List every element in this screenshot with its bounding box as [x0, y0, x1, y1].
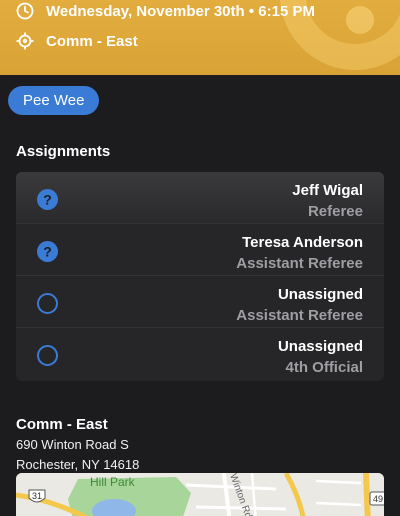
official-role: Referee	[307, 203, 363, 220]
svg-text:?: ?	[43, 244, 52, 260]
location-target-icon	[16, 32, 34, 50]
header-decoration-dot	[346, 6, 374, 34]
venue-address-line2: Rochester, NY 14618	[16, 457, 140, 472]
official-role: Assistant Referee	[236, 307, 363, 324]
map-park-label: Hill Park	[90, 475, 136, 489]
svg-text:?: ?	[43, 192, 52, 208]
route-number-right: 49	[373, 494, 383, 504]
empty-circle-icon	[37, 293, 58, 314]
official-name: Unassigned	[277, 338, 363, 355]
event-datetime-row: Wednesday, November 30th • 6:15 PM	[16, 2, 315, 20]
question-icon: ?	[37, 189, 58, 210]
assignment-row[interactable]: ? Jeff Wigal Referee	[16, 172, 384, 224]
official-name: Teresa Anderson	[242, 234, 363, 251]
assignment-row[interactable]: ? Teresa Anderson Assistant Referee	[16, 224, 384, 276]
official-name: Unassigned	[277, 286, 363, 303]
venue-name: Comm - East	[16, 416, 108, 433]
assignment-row[interactable]: Unassigned Assistant Referee	[16, 276, 384, 328]
assignments-title: Assignments	[16, 143, 111, 160]
event-header: Wednesday, November 30th • 6:15 PM Comm …	[0, 0, 400, 75]
map-highway	[363, 473, 371, 516]
route-number-left: 31	[32, 491, 42, 501]
empty-circle-icon	[37, 345, 58, 366]
official-role: Assistant Referee	[236, 255, 363, 272]
route-shield-icon: 49	[369, 491, 384, 506]
event-datetime: Wednesday, November 30th • 6:15 PM	[46, 2, 315, 20]
question-icon: ?	[37, 241, 58, 262]
venue-address-line1: 690 Winton Road S	[16, 437, 129, 452]
assignments-list: ? Jeff Wigal Referee ? Teresa Anderson A…	[16, 172, 384, 381]
event-location-row[interactable]: Comm - East	[16, 32, 138, 50]
map-graphic: 31 49 Hill Park Winton Rd	[16, 473, 384, 516]
official-role: 4th Official	[285, 359, 363, 376]
clock-icon	[16, 2, 34, 20]
venue-map[interactable]: 31 49 Hill Park Winton Rd	[16, 473, 384, 516]
assignment-row[interactable]: Unassigned 4th Official	[16, 328, 384, 380]
official-name: Jeff Wigal	[292, 182, 363, 199]
route-shield-icon: 31	[28, 489, 46, 503]
division-chip[interactable]: Pee Wee	[8, 86, 100, 115]
event-location: Comm - East	[46, 32, 138, 50]
